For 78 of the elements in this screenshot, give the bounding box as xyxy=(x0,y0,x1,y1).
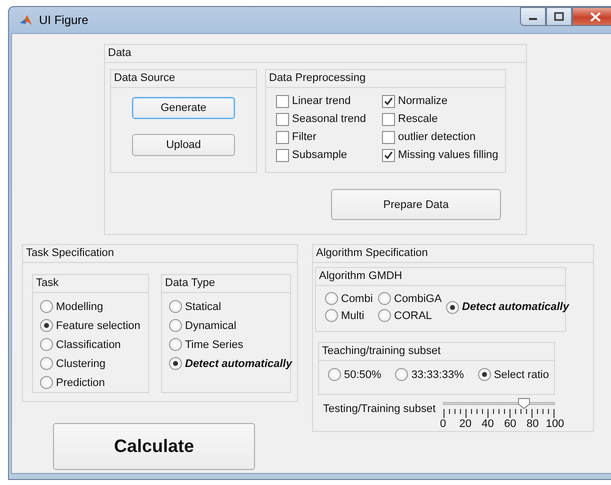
checkbox-label: Linear trend xyxy=(292,95,351,107)
tick-label: 20 xyxy=(459,418,472,430)
radio-button[interactable] xyxy=(40,300,53,313)
radio-label: CombiGA xyxy=(394,292,442,304)
radio-label: Modelling xyxy=(56,300,104,312)
checkbox[interactable] xyxy=(276,148,289,162)
slider-label: Testing/Training subset xyxy=(323,402,437,415)
checkbox[interactable] xyxy=(382,112,395,126)
checkbox-label: outlier detection xyxy=(398,131,476,143)
tick-label: 40 xyxy=(482,418,494,430)
window-title: UI Figure xyxy=(39,13,88,27)
radio-label: Classification xyxy=(56,338,121,350)
radio-label: Detect automatically xyxy=(185,358,292,370)
checkbox[interactable] xyxy=(276,94,289,108)
radio-button[interactable] xyxy=(40,357,53,370)
checkbox-label: Seasonal trend xyxy=(292,113,366,125)
radio-label: Detect automatically xyxy=(462,301,569,313)
maximize-button[interactable] xyxy=(546,7,572,26)
panel-title: Teaching/training subset xyxy=(319,343,554,361)
tick-label: 60 xyxy=(504,418,516,430)
radio-button[interactable] xyxy=(378,309,391,322)
panel-title: Task xyxy=(33,275,148,293)
push-button[interactable]: Upload xyxy=(132,134,235,156)
checkbox-label: Missing values filling xyxy=(398,149,498,161)
push-button[interactable]: Generate xyxy=(132,97,235,119)
radio-button[interactable] xyxy=(325,292,338,305)
radio-label: Statical xyxy=(185,300,222,312)
panel-title: Data xyxy=(105,45,526,63)
radio-button[interactable] xyxy=(325,309,338,322)
prepare-data-button[interactable]: Prepare Data xyxy=(331,189,501,220)
maximize-icon xyxy=(554,12,564,21)
slider-thumb[interactable] xyxy=(518,398,530,409)
checkbox[interactable] xyxy=(382,130,395,144)
radio-label: Combi xyxy=(341,292,373,304)
minimize-button[interactable] xyxy=(520,7,546,26)
panel-title: Algorithm Specification xyxy=(313,245,593,263)
peak-logo-icon xyxy=(19,13,33,27)
checkbox-label: Filter xyxy=(292,131,316,143)
radio-label: 33:33:33% xyxy=(411,368,464,380)
panel-title: Data Preprocessing xyxy=(266,70,505,88)
checkbox[interactable] xyxy=(276,130,289,144)
close-button[interactable] xyxy=(572,7,611,26)
radio-button[interactable] xyxy=(169,300,182,313)
radio-label: Time Series xyxy=(185,338,244,350)
radio-button[interactable] xyxy=(40,376,53,389)
tick-label: 0 xyxy=(440,418,446,430)
radio-button[interactable] xyxy=(169,357,182,370)
checkbox[interactable] xyxy=(276,112,289,126)
radio-button[interactable] xyxy=(478,368,491,381)
checkbox[interactable] xyxy=(382,148,395,162)
panel-title: Task Specification xyxy=(23,245,297,263)
radio-button[interactable] xyxy=(446,300,459,314)
radio-label: Dynamical xyxy=(185,320,236,332)
radio-label: CORAL xyxy=(394,310,432,322)
checkbox[interactable] xyxy=(382,94,395,108)
radio-button[interactable] xyxy=(40,338,53,351)
close-icon xyxy=(590,12,600,22)
radio-label: Select ratio xyxy=(494,368,549,380)
radio-label: Clustering xyxy=(56,358,106,370)
radio-button[interactable] xyxy=(395,368,408,381)
tick-label: 100 xyxy=(546,418,564,430)
checkbox-label: Normalize xyxy=(398,95,448,107)
radio-label: Multi xyxy=(341,310,364,322)
radio-label: 50:50% xyxy=(344,368,382,380)
radio-button[interactable] xyxy=(378,292,391,305)
checkbox-label: Subsample xyxy=(292,149,348,161)
radio-label: Prediction xyxy=(56,376,105,388)
calculate-button[interactable]: Calculate xyxy=(53,423,255,470)
panel-title: Data Source xyxy=(111,70,256,88)
panel-title: Data Type xyxy=(162,275,290,293)
panel-title: Algorithm GMDH xyxy=(316,268,565,286)
radio-button[interactable] xyxy=(40,319,53,332)
radio-button[interactable] xyxy=(328,368,341,381)
checkbox-label: Rescale xyxy=(398,113,438,125)
radio-button[interactable] xyxy=(169,319,182,332)
tick-label: 80 xyxy=(526,418,539,430)
radio-label: Feature selection xyxy=(56,320,140,332)
radio-button[interactable] xyxy=(169,338,182,351)
